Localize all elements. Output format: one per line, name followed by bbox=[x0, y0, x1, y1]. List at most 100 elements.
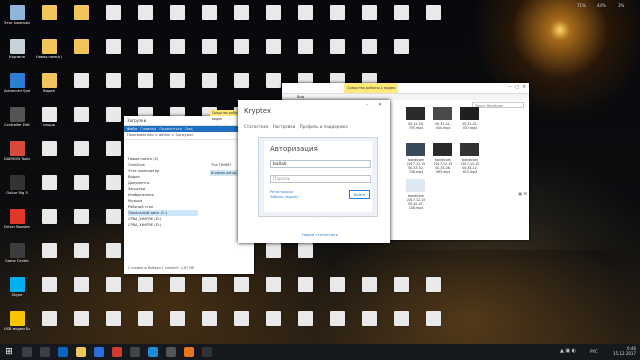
desktop-icon[interactable]: USB модем Билайн bbox=[4, 310, 30, 341]
desktop-icon[interactable] bbox=[356, 276, 382, 307]
desktop-icon[interactable] bbox=[68, 310, 94, 341]
desktop-icon[interactable] bbox=[164, 72, 190, 103]
language-indicator[interactable]: РУС bbox=[590, 349, 598, 354]
desktop-icon[interactable] bbox=[260, 38, 286, 69]
task-view-icon[interactable] bbox=[40, 347, 50, 357]
desktop-icon[interactable] bbox=[100, 242, 126, 273]
explorer-window-downloads[interactable]: Загрузки Средства работы с видео Файл Гл… bbox=[124, 110, 254, 274]
opera-icon[interactable] bbox=[112, 347, 122, 357]
desktop-icon[interactable] bbox=[356, 38, 382, 69]
desktop-icon[interactable] bbox=[292, 310, 318, 341]
video-tools-tab[interactable]: Средства работы с видео bbox=[344, 83, 399, 93]
desktop-icon[interactable]: Game Center bbox=[4, 242, 30, 273]
taskbar-clock[interactable]: 0:46 15.12.2017 bbox=[613, 346, 636, 356]
desktop-icon[interactable] bbox=[324, 276, 350, 307]
desktop-icon[interactable] bbox=[388, 276, 414, 307]
desktop-icon[interactable] bbox=[68, 72, 94, 103]
desktop-icon[interactable]: DAEMON Tools Lite bbox=[4, 140, 30, 171]
nav-item[interactable]: CPRA_X64FRE (D:) bbox=[128, 222, 198, 228]
tab-statistics[interactable]: Статистика bbox=[244, 124, 269, 129]
desktop-icon[interactable] bbox=[292, 276, 318, 307]
desktop-icon[interactable] bbox=[100, 208, 126, 239]
desktop-icon[interactable] bbox=[100, 140, 126, 171]
search-icon[interactable] bbox=[22, 347, 32, 357]
video-thumbnail[interactable] bbox=[433, 107, 452, 120]
desktop-icon[interactable] bbox=[132, 310, 158, 341]
video-thumbnail[interactable] bbox=[460, 107, 479, 120]
desktop-icon[interactable] bbox=[420, 276, 446, 307]
desktop-icon[interactable]: Guitar Rig 5 bbox=[4, 174, 30, 205]
video-thumbnail[interactable] bbox=[433, 143, 452, 156]
tab-file[interactable]: Файл bbox=[127, 127, 137, 131]
desktop-icon[interactable] bbox=[132, 38, 158, 69]
desktop-icon[interactable] bbox=[292, 38, 318, 69]
desktop-icon[interactable]: Controller Editor bbox=[4, 106, 30, 137]
desktop-icon[interactable] bbox=[260, 276, 286, 307]
desktop-icon[interactable] bbox=[228, 38, 254, 69]
desktop-icon[interactable] bbox=[164, 38, 190, 69]
desktop-icon[interactable] bbox=[228, 72, 254, 103]
close-button[interactable]: ✕ bbox=[378, 102, 382, 108]
edge-icon[interactable] bbox=[58, 347, 68, 357]
desktop-icon[interactable] bbox=[260, 310, 286, 341]
desktop-icon[interactable] bbox=[164, 310, 190, 341]
file-row[interactable]: The FINISH bbox=[210, 162, 232, 168]
tab-share[interactable]: Поделиться bbox=[159, 127, 182, 131]
start-button[interactable]: ⊞ bbox=[4, 347, 14, 357]
desktop-icon[interactable] bbox=[324, 310, 350, 341]
desktop-icon[interactable] bbox=[100, 72, 126, 103]
window-controls[interactable]: — ▢ ✕ bbox=[508, 85, 526, 90]
tab-view[interactable]: Вид bbox=[185, 127, 192, 131]
desktop-icon[interactable] bbox=[196, 310, 222, 341]
address-bar[interactable]: Пользователи > admin > Загрузки bbox=[124, 132, 254, 140]
desktop-icon[interactable] bbox=[100, 310, 126, 341]
desktop-icon[interactable] bbox=[228, 276, 254, 307]
desktop-icon[interactable] bbox=[36, 4, 62, 35]
desktop-icon[interactable] bbox=[420, 4, 446, 35]
explorer-icon[interactable] bbox=[76, 347, 86, 357]
tab-home[interactable]: Главная bbox=[140, 127, 156, 131]
app-icon[interactable] bbox=[166, 347, 176, 357]
desktop-icon[interactable]: пицца bbox=[36, 106, 62, 137]
kryptex-taskbar-icon[interactable] bbox=[148, 347, 158, 357]
desktop-icon[interactable] bbox=[36, 208, 62, 239]
video-thumbnail[interactable] bbox=[406, 179, 425, 192]
desktop-icon[interactable] bbox=[36, 276, 62, 307]
desktop-icon[interactable] bbox=[388, 310, 414, 341]
desktop-icon[interactable] bbox=[36, 242, 62, 273]
desktop-icon[interactable] bbox=[100, 106, 126, 137]
tab-settings[interactable]: Настройки bbox=[273, 124, 296, 129]
desktop-icon[interactable] bbox=[68, 140, 94, 171]
desktop-icon[interactable] bbox=[324, 38, 350, 69]
desktop-icon[interactable]: Skype bbox=[4, 276, 30, 307]
tab-profile[interactable]: Профиль и поддержка bbox=[300, 124, 348, 129]
desktop-icon[interactable] bbox=[196, 72, 222, 103]
desktop-icon[interactable] bbox=[68, 276, 94, 307]
desktop-icon[interactable] bbox=[36, 140, 62, 171]
desktop-icon[interactable] bbox=[292, 4, 318, 35]
desktop-icon[interactable] bbox=[100, 276, 126, 307]
desktop-icon[interactable] bbox=[68, 4, 94, 35]
desktop-icon[interactable] bbox=[260, 242, 286, 273]
forgot-password-link[interactable]: Забыли пароль? bbox=[270, 195, 299, 199]
desktop-icon[interactable] bbox=[196, 38, 222, 69]
tray-icons[interactable]: ▲ ▣ ◐ bbox=[560, 348, 576, 354]
desktop-icon[interactable] bbox=[100, 4, 126, 35]
desktop-icon[interactable] bbox=[100, 174, 126, 205]
desktop-icon[interactable] bbox=[324, 4, 350, 35]
desktop-icon[interactable] bbox=[100, 38, 126, 69]
desktop-icon[interactable] bbox=[292, 242, 318, 273]
desktop-icon[interactable] bbox=[196, 276, 222, 307]
desktop-icon[interactable] bbox=[164, 4, 190, 35]
desktop-icon[interactable] bbox=[356, 310, 382, 341]
desktop-icon[interactable]: Driver Booster bbox=[4, 208, 30, 239]
desktop-icon[interactable] bbox=[68, 208, 94, 239]
app-icon[interactable] bbox=[130, 347, 140, 357]
desktop-icon[interactable] bbox=[36, 310, 62, 341]
desktop-icon[interactable] bbox=[388, 38, 414, 69]
desktop-icon[interactable] bbox=[68, 38, 94, 69]
register-link[interactable]: Регистрация bbox=[270, 190, 293, 194]
desktop-icon[interactable] bbox=[132, 4, 158, 35]
video-thumbnail[interactable] bbox=[406, 107, 425, 120]
desktop-icon[interactable] bbox=[132, 276, 158, 307]
